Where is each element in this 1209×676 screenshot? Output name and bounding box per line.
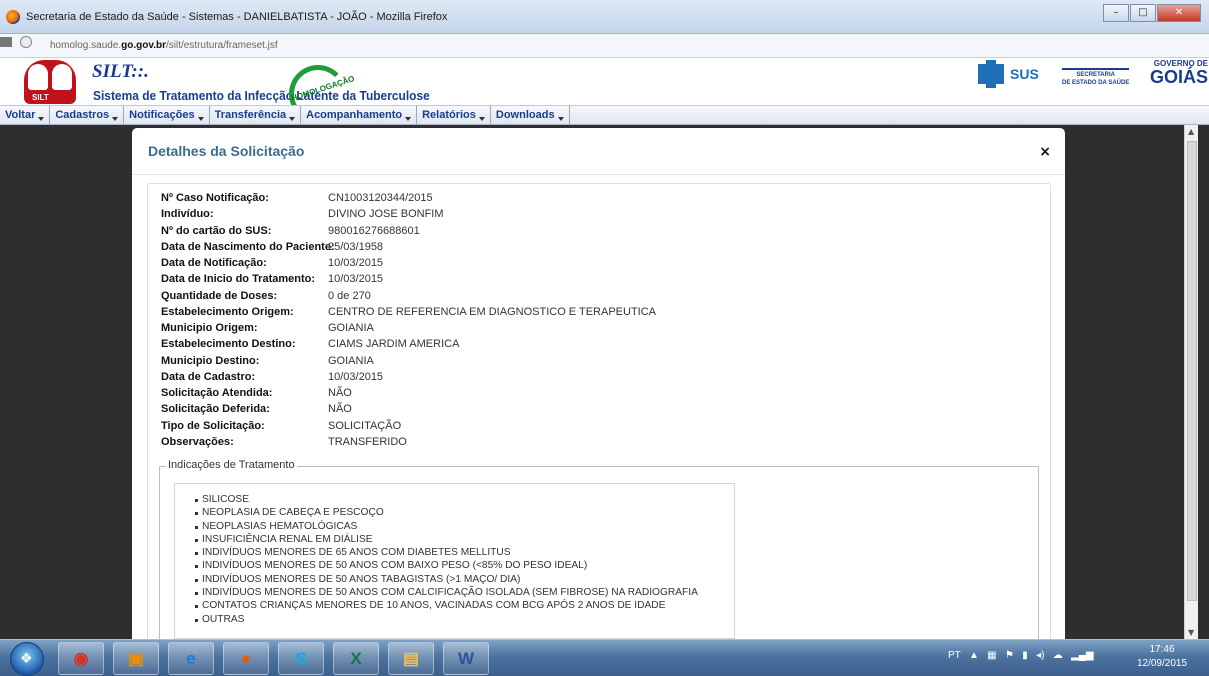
chevron-down-icon: [112, 117, 119, 121]
secretaria-logo: SECRETARIA DE ESTADO DA SAÚDE: [1062, 68, 1130, 87]
field-row: Indivíduo: DIVINO JOSE BONFIM: [161, 208, 444, 221]
media-player-icon[interactable]: ▣: [113, 642, 159, 675]
field-row: Observações: TRANSFERIDO: [161, 435, 407, 448]
app-short-name: SILT::.: [92, 61, 149, 82]
list-item: INDIVÍDUOS MENORES DE 50 ANOS COM BAIXO …: [195, 560, 734, 573]
list-item: INSUFICIÊNCIA RENAL EM DIÁLISE: [195, 534, 734, 547]
menu-relatorios[interactable]: Relatórios: [417, 106, 491, 124]
chevron-down-icon: [405, 117, 412, 121]
list-item: NEOPLASIA DE CABEÇA E PESCOÇO: [195, 507, 734, 520]
url-prefix: homolog.saude.: [50, 40, 122, 51]
excel-icon[interactable]: X: [333, 642, 379, 675]
field-row: Data de Cadastro: 10/03/2015: [161, 370, 384, 383]
details-modal: Detalhes da Solicitação × Nº Caso Notifi…: [132, 128, 1065, 646]
url-path: /silt/estrutura/frameset.jsf: [165, 40, 278, 51]
list-item: CONTATOS CRIANÇAS MENORES DE 10 ANOS, VA…: [195, 600, 734, 613]
sus-text: SUS: [1010, 66, 1039, 82]
firefox-icon: [6, 10, 20, 24]
menu-acompanhamento[interactable]: Acompanhamento: [301, 106, 418, 124]
chevron-down-icon: [557, 117, 564, 121]
chevron-down-icon: [478, 117, 485, 121]
menu-transferencia[interactable]: Transferência: [210, 106, 302, 124]
field-row: Municipio Origem: GOIANIA: [161, 322, 374, 334]
window-title: Secretaria de Estado da Saúde - Sistemas…: [26, 11, 448, 23]
scrollbar-thumb[interactable]: [1187, 141, 1197, 601]
homolog-text: HOMOLOGAÇÃO: [290, 74, 356, 103]
windows-taskbar: ❖ ◉ ▣ e ● S X ▤ W PT ▲ ▦ ⚑ ▮ ◂) ☁ ▂▄▆ 17…: [0, 639, 1209, 676]
app-full-name: Sistema de Tratamento da Infecção Latent…: [93, 88, 430, 103]
field-row: Solicitação Deferida: NÃO: [161, 403, 352, 416]
menu-downloads[interactable]: Downloads: [491, 106, 570, 124]
goias-logo: GOVERNO DE GOIÁS: [1142, 59, 1208, 86]
logo-text: SILT: [32, 93, 49, 102]
clock-time: 17:46: [1149, 644, 1175, 655]
url-field[interactable]: homolog.saude.go.gov.br/silt/estrutura/f…: [6, 38, 326, 54]
scroll-down-icon[interactable]: ▼: [1188, 628, 1194, 637]
tray-language[interactable]: PT: [948, 650, 961, 661]
maximize-button[interactable]: □: [1130, 4, 1156, 22]
menu-voltar[interactable]: Voltar: [0, 106, 51, 124]
field-row: Nº Caso Notificação: CN1003120344/2015: [161, 192, 433, 204]
chrome-icon[interactable]: ◉: [58, 642, 104, 675]
app-header: SILT SILT::. Sistema de Tratamento da In…: [0, 58, 1209, 123]
indicacoes-fieldset: Indicações de Tratamento SILICOSE NEOPLA…: [159, 459, 1039, 646]
field-row: Municipio Destino: GOIANIA: [161, 354, 374, 367]
field-row: Estabelecimento Origem: CENTRO DE REFEREN…: [161, 305, 657, 318]
ie-icon[interactable]: e: [168, 642, 214, 675]
explorer-icon[interactable]: ▤: [388, 642, 434, 675]
secretaria-line1: SECRETARIA: [1076, 72, 1115, 78]
indicacoes-list: SILICOSE NEOPLASIA DE CABEÇA E PESCOÇO N…: [174, 483, 735, 639]
menu-cadastros[interactable]: Cadastros: [50, 106, 125, 124]
field-row: Data de Inicio do Tratamento: 10/03/2015: [161, 273, 384, 286]
field-row: Solicitação Atendida: NÃO: [161, 387, 352, 399]
details-panel: Nº Caso Notificação: CN1003120344/2015 In…: [147, 183, 1051, 646]
field-row: Data de Nascimento do Paciente:25/03/195…: [161, 240, 384, 253]
list-item: NEOPLASIAS HEMATOLÓGICAS: [195, 521, 734, 534]
modal-divider: [132, 174, 1065, 175]
address-bar[interactable]: homolog.saude.go.gov.br/silt/estrutura/f…: [0, 34, 1209, 58]
details-fields: Nº Caso Notificação: CN1003120344/2015 In…: [161, 192, 656, 452]
close-window-button[interactable]: ✕: [1157, 4, 1201, 22]
sus-cross-icon: [978, 60, 1004, 88]
page-scrollbar[interactable]: ▲ ▼: [1184, 125, 1198, 639]
list-item: INDIVÍDUOS MENORES DE 50 ANOS TABAGISTAS…: [195, 574, 734, 587]
system-tray[interactable]: PT ▲ ▦ ⚑ ▮ ◂) ☁ ▂▄▆: [948, 650, 1094, 661]
minimize-button[interactable]: –: [1103, 4, 1129, 22]
field-row: Nº do cartão do SUS: 980016276688601: [161, 224, 420, 237]
indicacoes-legend: Indicações de Tratamento: [166, 459, 297, 471]
menu-notificacoes[interactable]: Notificações: [124, 106, 210, 124]
gov-big-text: GOIÁS: [1149, 67, 1208, 87]
chevron-down-icon: [197, 117, 204, 121]
url-domain: go.gov.br: [121, 40, 166, 51]
modal-title: Detalhes da Solicitação: [148, 143, 305, 159]
field-row: Data de Notificação: 10/03/2015: [161, 257, 384, 269]
scroll-up-icon[interactable]: ▲: [1188, 127, 1194, 136]
list-item: INDIVÍDUOS MENORES DE 50 ANOS COM CALCIF…: [195, 587, 734, 600]
word-icon[interactable]: W: [443, 642, 489, 675]
main-menu: Voltar Cadastros Notificações Transferên…: [0, 105, 1209, 125]
silt-logo: SILT: [24, 60, 76, 104]
chevron-down-icon: [38, 117, 45, 121]
windows-logo-icon: ❖: [20, 651, 33, 667]
window-controls: – □ ✕: [1102, 4, 1201, 22]
window-titlebar: Secretaria de Estado da Saúde - Sistemas…: [0, 0, 1209, 34]
field-row: Tipo de Solicitação: SOLICITAÇÃO: [161, 419, 402, 432]
field-row: Quantidade de Doses: 0 de 270: [161, 289, 371, 302]
field-row: Estabelecimento Destino: CIAMS JARDIM AME…: [161, 338, 460, 351]
firefox-icon[interactable]: ●: [223, 642, 269, 675]
system-clock[interactable]: 17:46 12/09/2015: [1122, 643, 1202, 671]
list-item: SILICOSE: [195, 494, 734, 507]
clock-date: 12/09/2015: [1136, 658, 1188, 669]
list-item: INDIVÍDUOS MENORES DE 65 ANOS COM DIABET…: [195, 547, 734, 560]
start-button[interactable]: ❖: [10, 642, 44, 676]
secretaria-line2: DE ESTADO DA SAÚDE: [1062, 80, 1130, 86]
chevron-down-icon: [289, 117, 296, 121]
list-item: OUTRAS: [195, 614, 734, 627]
skype-icon[interactable]: S: [278, 642, 324, 675]
close-icon[interactable]: ×: [1039, 144, 1051, 160]
